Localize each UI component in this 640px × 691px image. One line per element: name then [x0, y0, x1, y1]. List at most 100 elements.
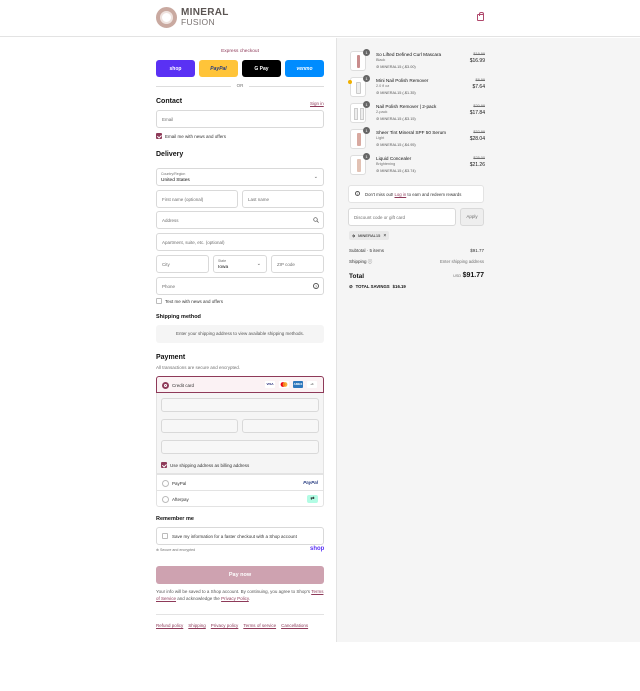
- apartment-placeholder: Apartment, suite, etc. (optional): [162, 240, 225, 245]
- savings-tag-icon: ⊘: [349, 284, 353, 289]
- shipping-method-heading: Shipping method: [156, 314, 201, 320]
- legal-end: .: [248, 596, 251, 601]
- item-discount: ⊘ MINERAL15 (-$4.95): [376, 143, 416, 147]
- email-field[interactable]: Email: [156, 110, 324, 128]
- logo-text-line2: FUSION: [181, 17, 215, 28]
- phone-field[interactable]: Phone ?: [156, 277, 324, 295]
- item-discount: ⊘ MINERAL15 (-$3.00): [376, 65, 416, 69]
- afterpay-option[interactable]: Afterpay ⇄: [156, 490, 324, 507]
- security-code-field[interactable]: [242, 419, 319, 433]
- last-name-field[interactable]: Last name: [242, 190, 324, 208]
- footer-divider: [156, 614, 324, 615]
- chevron-down-icon: ⌄: [313, 174, 318, 180]
- shipping-message: Enter your shipping address to view avai…: [156, 325, 324, 343]
- last-name-placeholder: Last name: [248, 197, 270, 202]
- quantity-badge: 1: [363, 75, 370, 82]
- brand-logo[interactable]: MINERAL FUSION: [156, 7, 229, 28]
- email-news-checkbox[interactable]: [156, 133, 162, 139]
- cart-item: 1 Sheer Tint Mineral SPF 50 Serum Light …: [348, 127, 485, 149]
- item-discount-code: MINERAL15 (-$3.15): [380, 117, 416, 121]
- item-variant: Black: [376, 58, 386, 62]
- country-select[interactable]: Country/Region United States ⌄: [156, 168, 324, 186]
- venmo-button[interactable]: venmo: [285, 60, 324, 77]
- total-value: $91.77: [462, 272, 484, 279]
- log-in-link[interactable]: Log in: [395, 192, 407, 197]
- afterpay-radio[interactable]: [162, 496, 169, 503]
- address-field[interactable]: Address: [156, 211, 324, 229]
- privacy-policy-footer-link[interactable]: Privacy policy: [211, 623, 239, 628]
- item-name: Nail Polish Remover | 2-pack: [376, 104, 437, 109]
- zip-field[interactable]: ZIP code: [271, 255, 324, 273]
- sign-in-link[interactable]: Sign in: [310, 101, 324, 106]
- header: MINERAL FUSION: [0, 0, 640, 37]
- item-name: Sheer Tint Mineral SPF 50 Serum: [376, 130, 447, 135]
- shop-pay-button[interactable]: shop: [156, 60, 195, 77]
- credit-card-radio[interactable]: [162, 382, 169, 389]
- info-icon: i: [355, 191, 360, 196]
- item-name: Mini Nail Polish Remover: [376, 78, 429, 83]
- credit-card-option[interactable]: Credit card VISA AMEX +1: [156, 376, 324, 393]
- item-price: $7.64: [472, 84, 485, 90]
- expiration-field[interactable]: [161, 419, 238, 433]
- apartment-field[interactable]: Apartment, suite, etc. (optional): [156, 233, 324, 251]
- paypal-option[interactable]: PayPal PayPal: [156, 474, 324, 491]
- credit-card-label: Credit card: [172, 383, 195, 388]
- item-variant: 2.0 fl oz: [376, 84, 390, 88]
- mastercard-icon: [279, 381, 289, 388]
- payment-heading: Payment: [156, 354, 186, 361]
- help-icon[interactable]: ?: [313, 283, 319, 289]
- discount-code-placeholder: Discount code or gift card: [354, 215, 406, 220]
- cancellations-link[interactable]: Cancellations: [281, 623, 308, 628]
- item-variant: Brightening: [376, 162, 396, 166]
- refund-policy-link[interactable]: Refund policy: [156, 623, 183, 628]
- secure-encrypted-text: ⊕ Secure and encrypted: [156, 548, 196, 552]
- name-on-card-field[interactable]: [161, 440, 319, 454]
- item-discount: ⊘ MINERAL15 (-$3.15): [376, 117, 416, 121]
- google-pay-button[interactable]: G Pay: [242, 60, 281, 77]
- shipping-value: Enter shipping address: [440, 259, 484, 264]
- quantity-badge: 1: [363, 127, 370, 134]
- city-field[interactable]: City: [156, 255, 209, 273]
- rewards-lead: Don't miss out!: [365, 192, 394, 197]
- logo-mark: [156, 7, 177, 28]
- item-original-price: $20.99: [473, 104, 485, 108]
- first-name-field[interactable]: First name (optional): [156, 190, 238, 208]
- tag-icon: ⬗: [352, 233, 356, 238]
- shipping-label: Shipping ⓘ: [349, 259, 373, 264]
- remember-me-checkbox[interactable]: [162, 533, 168, 539]
- privacy-policy-link[interactable]: Privacy Policy: [221, 596, 249, 601]
- legal-text-2: and acknowledge the: [177, 596, 220, 601]
- currency-label: USD: [453, 274, 462, 278]
- pay-now-button[interactable]: Pay now: [156, 566, 324, 584]
- city-placeholder: City: [162, 262, 170, 267]
- item-original-price: $19.99: [473, 52, 485, 56]
- card-number-field[interactable]: [161, 398, 319, 412]
- zip-placeholder: ZIP code: [277, 262, 295, 267]
- state-select[interactable]: State Iowa ⌄: [213, 255, 267, 273]
- discount-code-field[interactable]: Discount code or gift card: [348, 208, 456, 226]
- afterpay-logo-icon: ⇄: [307, 495, 318, 503]
- cart-item: 1 Mini Nail Polish Remover 2.0 fl oz ⊘ M…: [348, 75, 485, 97]
- item-name: Liquid Concealer: [376, 156, 412, 161]
- discount-tag: ⬗ MINERAL15 ×: [349, 231, 390, 240]
- cart-item: 1 Liquid Concealer Brightening ⊘ MINERAL…: [348, 153, 485, 175]
- email-placeholder: Email: [162, 117, 174, 122]
- shopping-bag-icon[interactable]: [477, 12, 484, 21]
- total-savings: ⊘ TOTAL SAVINGS $16.19: [349, 284, 406, 290]
- item-discount: ⊘ MINERAL15 (-$1.35): [376, 91, 416, 95]
- remove-discount-icon[interactable]: ×: [383, 233, 386, 239]
- paypal-radio[interactable]: [162, 480, 169, 487]
- billing-address-checkbox[interactable]: [161, 462, 167, 468]
- terms-of-service-footer-link[interactable]: Terms of service: [243, 623, 276, 628]
- text-news-checkbox[interactable]: [156, 298, 162, 304]
- total-row: USD $91.77: [440, 272, 484, 279]
- paypal-button[interactable]: PayPal: [199, 60, 238, 77]
- payment-subtitle: All transactions are secure and encrypte…: [156, 365, 241, 370]
- total-label: Total: [349, 273, 365, 280]
- first-name-placeholder: First name (optional): [162, 197, 204, 202]
- item-discount-code: MINERAL15 (-$3.00): [380, 65, 416, 69]
- item-discount-code: MINERAL15 (-$1.35): [380, 91, 416, 95]
- apply-button[interactable]: Apply: [460, 208, 484, 226]
- shipping-policy-link[interactable]: Shipping: [188, 623, 206, 628]
- remember-me-box[interactable]: Save my information for a faster checkou…: [156, 527, 324, 545]
